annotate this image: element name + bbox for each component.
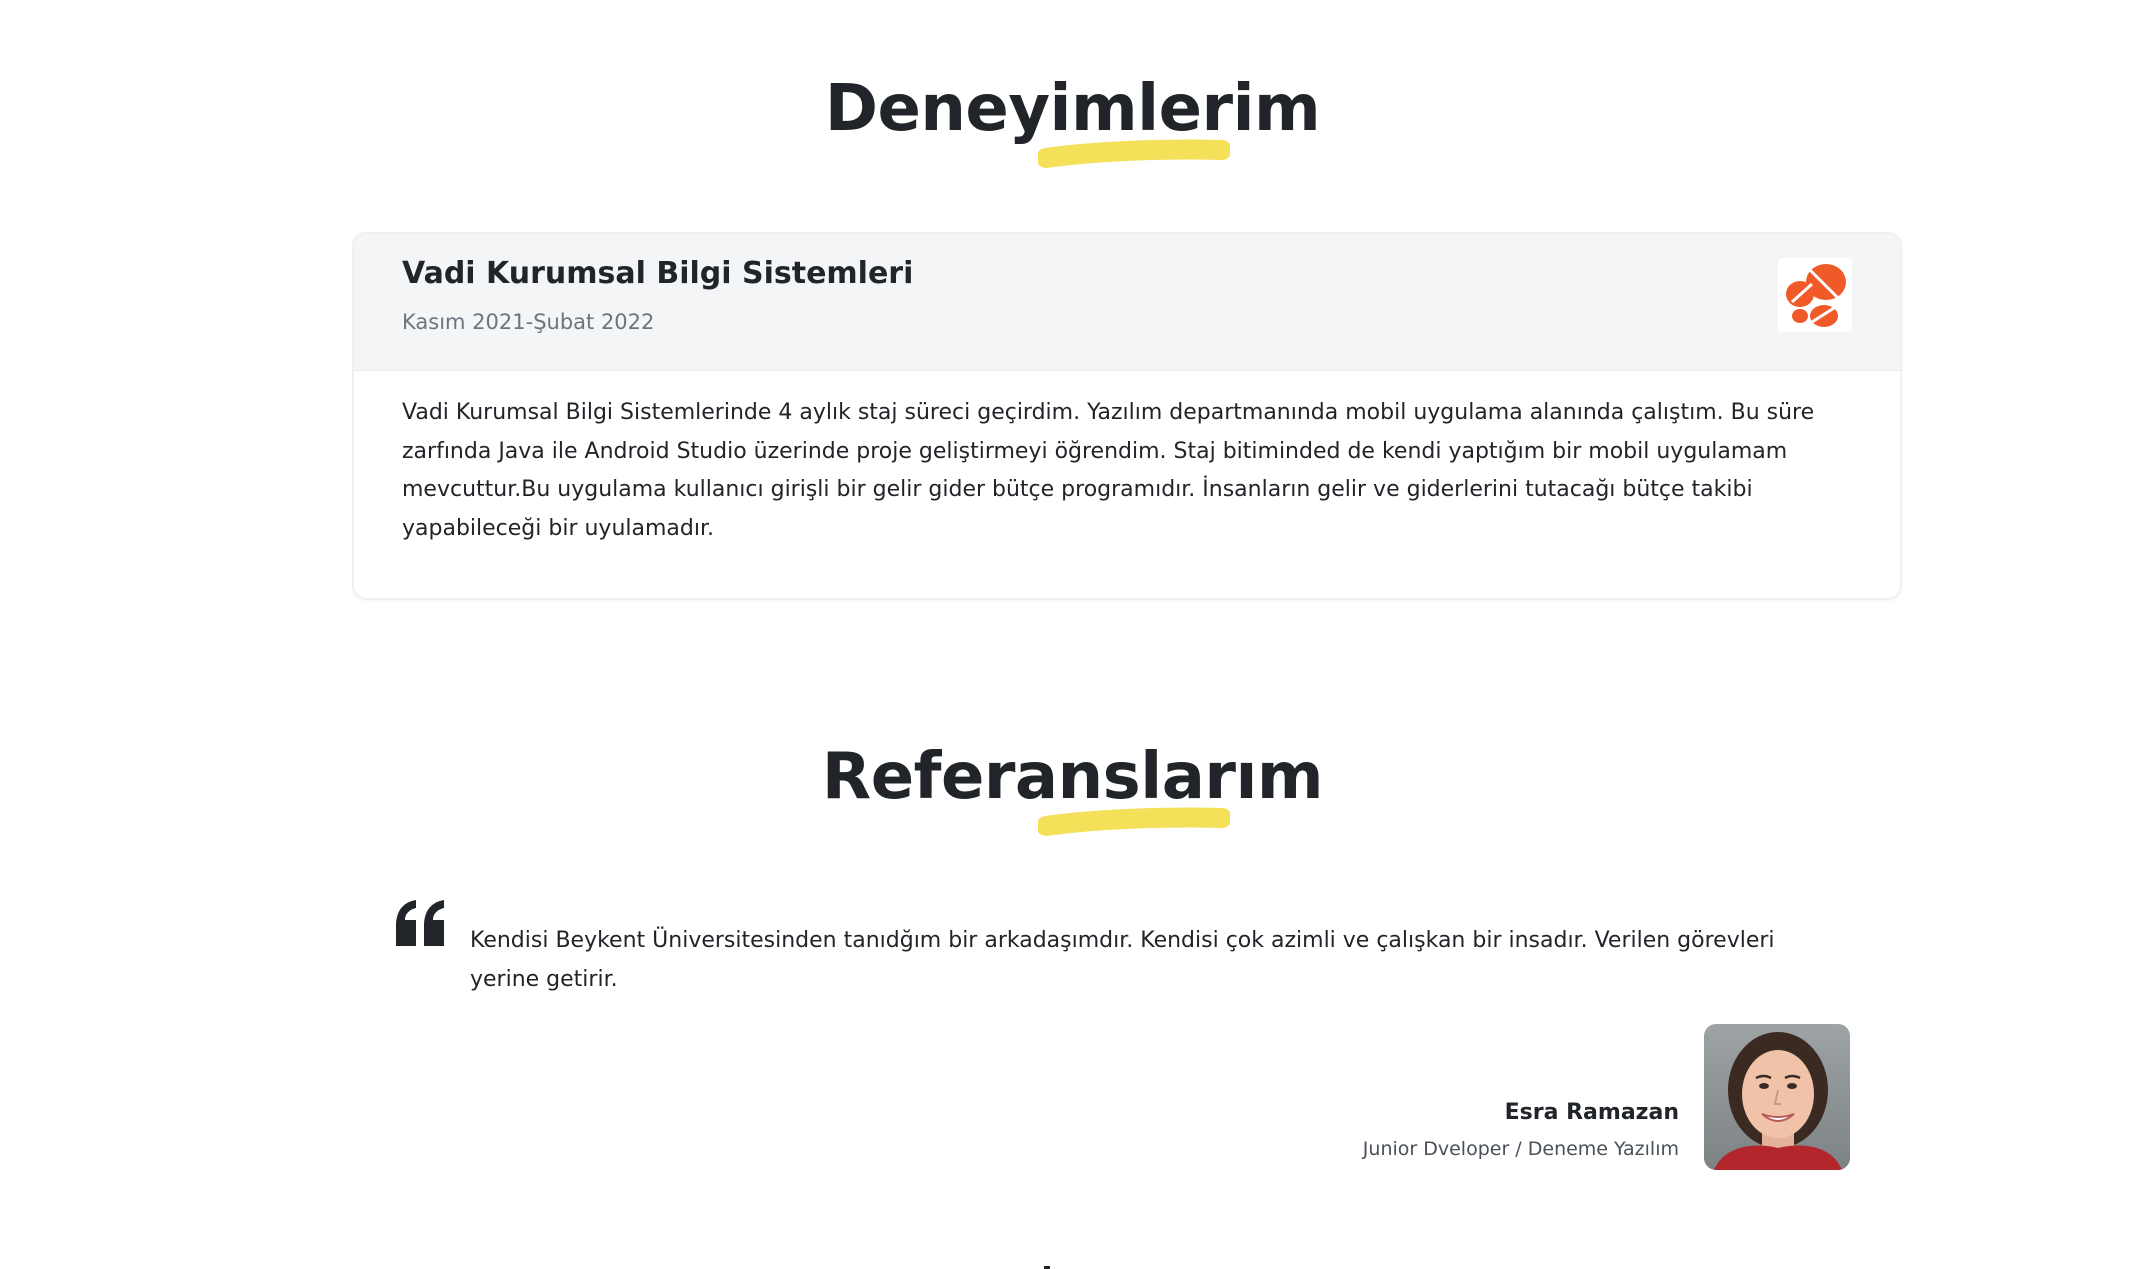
experience-period: Kasım 2021-Şubat 2022: [402, 310, 655, 334]
quote-icon: [394, 900, 448, 948]
company-name: Vadi Kurumsal Bilgi Sistemleri: [402, 256, 914, 291]
avatar-photo: [1704, 1024, 1850, 1170]
vadi-logo-icon: [1778, 258, 1852, 332]
reference-name: Esra Ramazan: [1504, 1100, 1679, 1125]
reference-role: Junior Dveloper / Deneme Yazılım: [1362, 1138, 1679, 1160]
experience-heading: Deneyimlerim: [824, 72, 1321, 146]
page: Deneyimlerim Vadi Kurumsal Bilgi Sisteml…: [0, 0, 2145, 1269]
reference-quote: Kendisi Beykent Üniversitesinden tanıdğı…: [470, 928, 1775, 992]
experience-card-header: Vadi Kurumsal Bilgi Sistemleri Kasım 202…: [354, 234, 1900, 371]
references-heading-underline: [1038, 807, 1230, 836]
experience-heading-underline: [1038, 139, 1230, 168]
experience-description: Vadi Kurumsal Bilgi Sistemlerinde 4 aylı…: [402, 400, 1815, 541]
references-heading: Referanslarım: [821, 740, 1324, 814]
experience-card: Vadi Kurumsal Bilgi Sistemleri Kasım 202…: [352, 232, 1902, 600]
